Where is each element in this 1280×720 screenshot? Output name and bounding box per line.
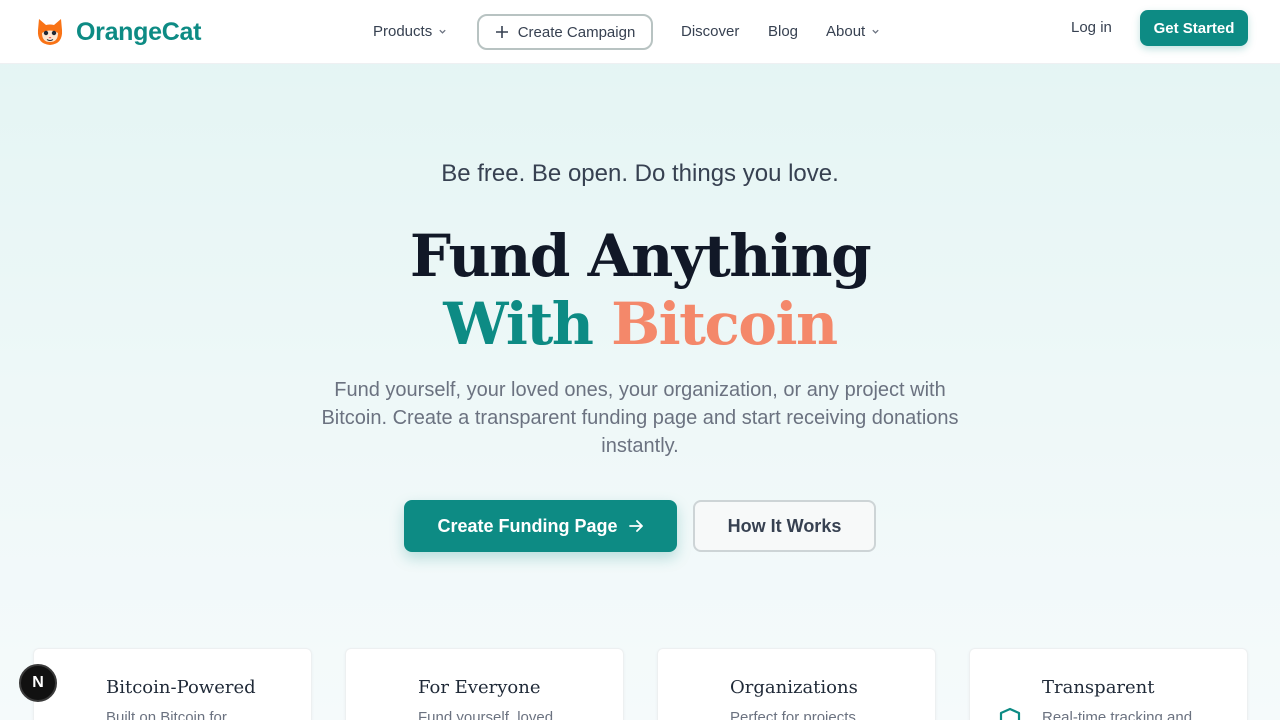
plus-icon — [495, 26, 508, 38]
feature-title: Bitcoin-Powered — [106, 677, 256, 698]
arrow-right-icon — [628, 520, 643, 532]
create-funding-page-button[interactable]: Create Funding Page — [404, 500, 677, 552]
create-campaign-label: Create Campaign — [517, 23, 636, 41]
nav-blog[interactable]: Blog — [768, 23, 798, 40]
headline-line-1: Fund Anything — [409, 222, 872, 290]
create-funding-page-label: Create Funding Page — [437, 515, 618, 536]
feature-title: Transparent — [1042, 677, 1155, 698]
brand-name: OrangeCat — [76, 17, 202, 46]
hero-headline: Fund Anything With Bitcoin — [0, 222, 1280, 358]
feature-card-for-everyone: For Everyone Fund yourself, loved — [345, 648, 624, 720]
feature-title: Organizations — [730, 677, 858, 698]
feature-text: Built on Bitcoin for — [106, 709, 227, 720]
nav-blog-label: Blog — [768, 23, 799, 40]
cat-logo-icon — [37, 19, 63, 45]
feature-card-bitcoin-powered: Bitcoin-Powered Built on Bitcoin for — [33, 648, 312, 720]
feature-text: Real-time tracking and — [1042, 709, 1193, 720]
hero-tagline: Be free. Be open. Do things you love. — [441, 160, 839, 187]
shield-icon — [999, 707, 1021, 720]
feature-card-organizations: Organizations Perfect for projects — [657, 648, 936, 720]
create-campaign-button[interactable]: Create Campaign — [477, 14, 653, 50]
how-it-works-button[interactable]: How It Works — [693, 500, 876, 552]
headline-bitcoin: Bitcoin — [611, 290, 838, 358]
site-header: OrangeCat Products Create Campaign Disco… — [0, 0, 1280, 64]
headline-with: With — [443, 290, 594, 358]
nav-discover-label: Discover — [681, 23, 740, 40]
nav-products[interactable]: Products — [373, 23, 447, 40]
feature-text: Fund yourself, loved — [418, 709, 554, 720]
chevron-down-icon — [439, 29, 446, 34]
feature-text: Perfect for projects — [730, 709, 856, 720]
nav-about-label: About — [826, 23, 866, 40]
dev-tools-badge[interactable]: N — [19, 664, 57, 702]
feature-card-transparent: Transparent Real-time tracking and — [969, 648, 1248, 720]
chevron-down-icon — [872, 29, 879, 34]
nav-products-label: Products — [373, 23, 433, 40]
logo[interactable]: OrangeCat — [34, 16, 201, 48]
nav-discover[interactable]: Discover — [681, 23, 739, 40]
nav-about[interactable]: About — [826, 23, 880, 40]
feature-title: For Everyone — [418, 677, 541, 698]
login-link[interactable]: Log in — [1071, 19, 1112, 36]
hero-subtext: Fund yourself, your loved ones, your org… — [321, 379, 959, 457]
get-started-button[interactable]: Get Started — [1140, 10, 1248, 46]
